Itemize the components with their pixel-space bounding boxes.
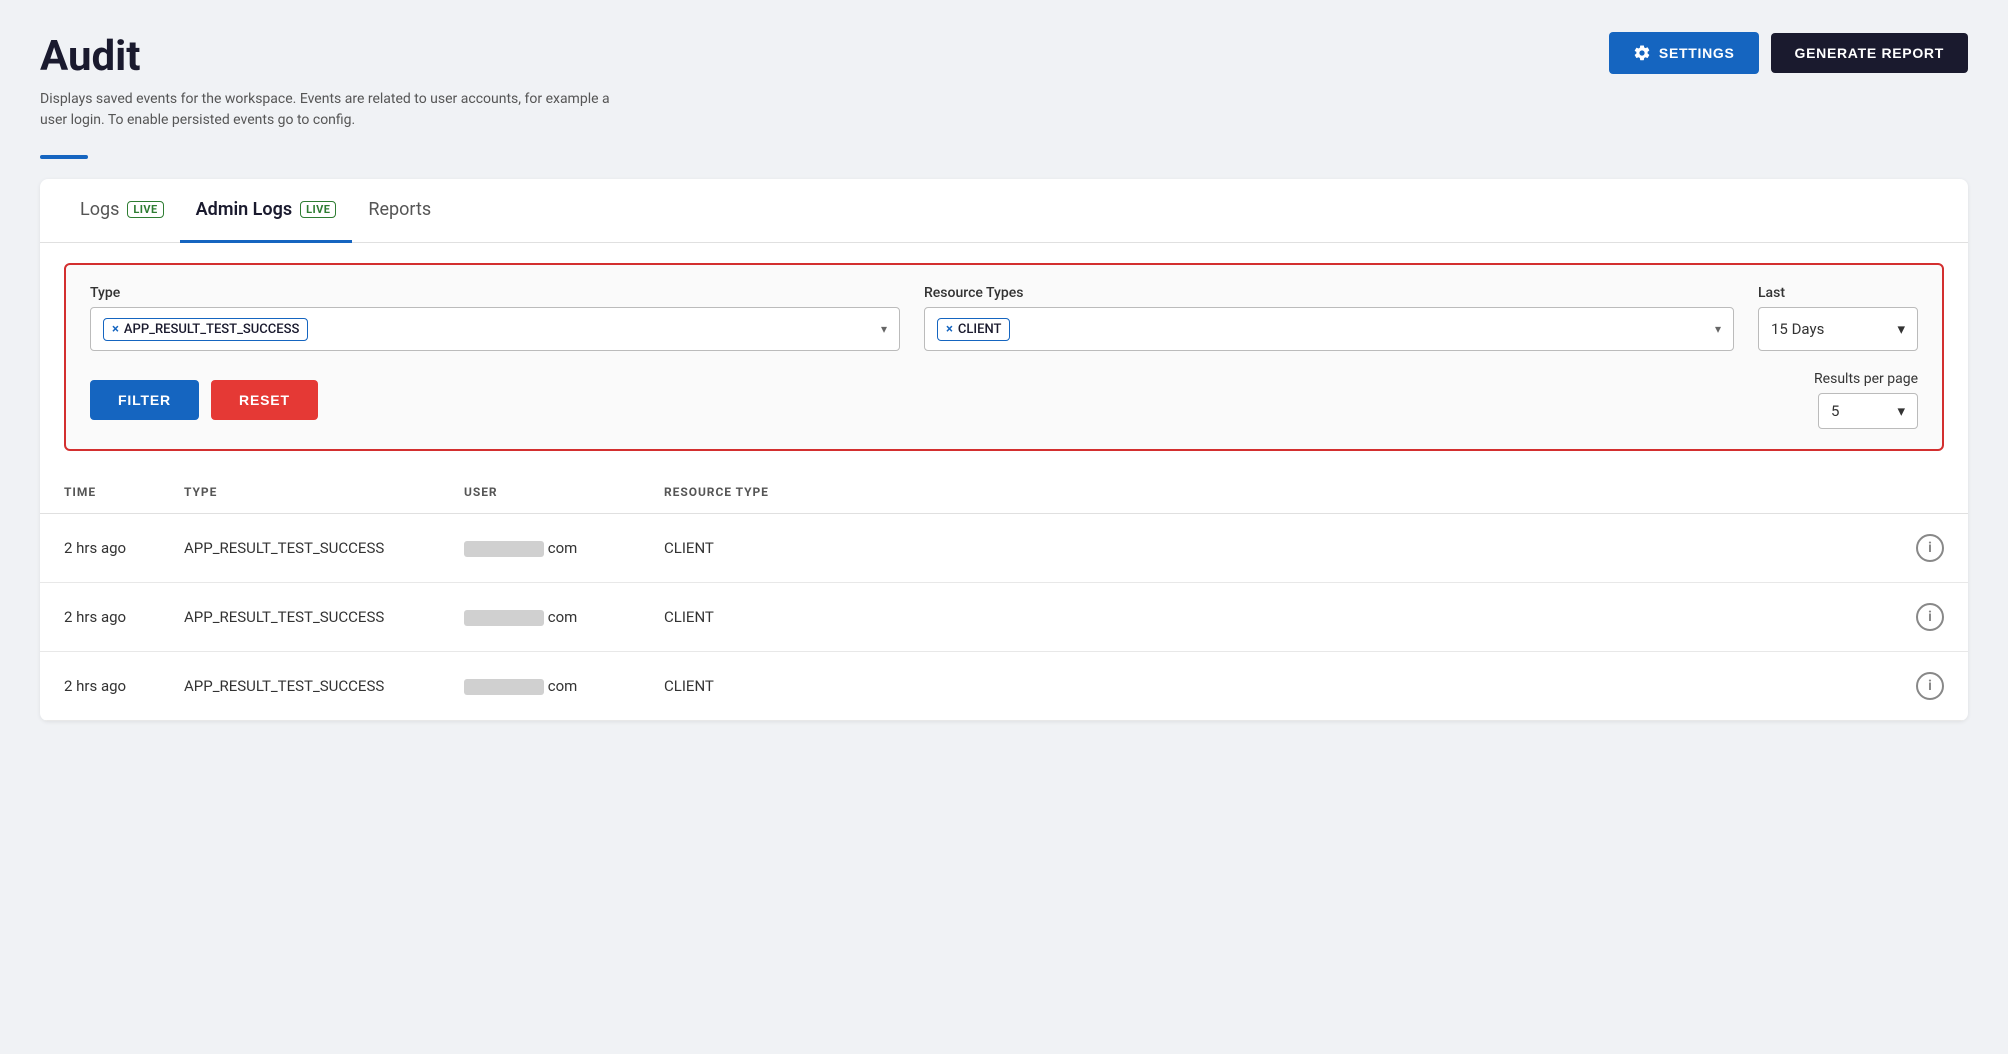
last-chevron-icon: ▾ <box>1897 320 1905 338</box>
filter-button[interactable]: FILTER <box>90 380 199 420</box>
row2-info-icon[interactable]: i <box>1916 603 1944 631</box>
row1-time: 2 hrs ago <box>40 514 160 583</box>
tab-admin-logs[interactable]: Admin Logs LIVE <box>180 179 353 243</box>
type-select[interactable]: × APP_RESULT_TEST_SUCCESS ▾ <box>90 307 900 351</box>
table-header-row: TIME TYPE USER RESOURCE TYPE <box>40 471 1968 514</box>
row1-type: APP_RESULT_TEST_SUCCESS <box>160 514 440 583</box>
tab-admin-logs-label: Admin Logs <box>196 199 292 220</box>
type-field: Type × APP_RESULT_TEST_SUCCESS ▾ <box>90 285 900 351</box>
audit-table: TIME TYPE USER RESOURCE TYPE 2 hrs ago A… <box>40 471 1968 721</box>
last-label: Last <box>1758 285 1918 301</box>
row2-resource-type: CLIENT <box>640 583 1892 652</box>
col-actions <box>1892 471 1968 514</box>
row1-info: i <box>1892 514 1968 583</box>
page-container: Audit Displays saved events for the work… <box>40 32 1968 721</box>
row1-user-blur <box>464 541 544 557</box>
settings-button[interactable]: SETTINGS <box>1609 32 1759 74</box>
row3-user-suffix: com <box>548 677 578 695</box>
last-select[interactable]: 15 Days ▾ <box>1758 307 1918 351</box>
resource-chip-value: CLIENT <box>958 322 1002 337</box>
type-select-inner: × APP_RESULT_TEST_SUCCESS <box>103 318 873 341</box>
row3-info-icon[interactable]: i <box>1916 672 1944 700</box>
last-field: Last 15 Days ▾ <box>1758 285 1918 351</box>
page-title: Audit <box>40 32 640 81</box>
tab-reports[interactable]: Reports <box>352 179 447 243</box>
row3-resource-type: CLIENT <box>640 652 1892 721</box>
row2-type: APP_RESULT_TEST_SUCCESS <box>160 583 440 652</box>
accent-bar <box>40 155 88 159</box>
col-user: USER <box>440 471 640 514</box>
filter-buttons: FILTER RESET <box>90 380 318 420</box>
resource-chip: × CLIENT <box>937 318 1010 341</box>
main-card: Logs LIVE Admin Logs LIVE Reports Type <box>40 179 1968 721</box>
results-chevron-icon: ▾ <box>1897 402 1905 420</box>
col-resource-type: RESOURCE TYPE <box>640 471 1892 514</box>
tab-reports-label: Reports <box>368 199 431 220</box>
resource-label: Resource Types <box>924 285 1734 301</box>
resource-select-inner: × CLIENT <box>937 318 1707 341</box>
settings-label: SETTINGS <box>1659 45 1735 61</box>
row2-user: com <box>440 583 640 652</box>
table-row: 2 hrs ago APP_RESULT_TEST_SUCCESS com CL… <box>40 652 1968 721</box>
resource-chevron-icon: ▾ <box>1715 322 1721 336</box>
header-buttons: SETTINGS GENERATE REPORT <box>1609 32 1968 74</box>
resource-select[interactable]: × CLIENT ▾ <box>924 307 1734 351</box>
tab-logs-label: Logs <box>80 199 119 220</box>
row3-user: com <box>440 652 640 721</box>
resource-field: Resource Types × CLIENT ▾ <box>924 285 1734 351</box>
row2-user-suffix: com <box>548 608 578 626</box>
row1-info-icon[interactable]: i <box>1916 534 1944 562</box>
type-chip-remove[interactable]: × <box>112 322 119 337</box>
table-header: TIME TYPE USER RESOURCE TYPE <box>40 471 1968 514</box>
row3-type: APP_RESULT_TEST_SUCCESS <box>160 652 440 721</box>
row2-info: i <box>1892 583 1968 652</box>
col-time: TIME <box>40 471 160 514</box>
filter-actions-row: FILTER RESET Results per page 5 ▾ <box>90 371 1918 429</box>
type-chip: × APP_RESULT_TEST_SUCCESS <box>103 318 308 341</box>
table-body: 2 hrs ago APP_RESULT_TEST_SUCCESS com CL… <box>40 514 1968 721</box>
row1-user: com <box>440 514 640 583</box>
generate-report-button[interactable]: GENERATE REPORT <box>1771 33 1968 73</box>
last-select-value: 15 Days <box>1771 320 1824 338</box>
page-header: Audit Displays saved events for the work… <box>40 32 1968 131</box>
results-per-page-label: Results per page <box>1814 371 1918 387</box>
title-section: Audit Displays saved events for the work… <box>40 32 640 131</box>
results-select-value: 5 <box>1831 402 1839 420</box>
row3-user-blur <box>464 679 544 695</box>
col-type: TYPE <box>160 471 440 514</box>
row3-info: i <box>1892 652 1968 721</box>
gear-icon <box>1633 44 1651 62</box>
table-row: 2 hrs ago APP_RESULT_TEST_SUCCESS com CL… <box>40 583 1968 652</box>
tab-logs[interactable]: Logs LIVE <box>64 179 180 243</box>
tab-logs-live-badge: LIVE <box>127 201 163 218</box>
results-select[interactable]: 5 ▾ <box>1818 393 1918 429</box>
type-chevron-icon: ▾ <box>881 322 887 336</box>
tab-admin-logs-live-badge: LIVE <box>300 201 336 218</box>
filter-panel: Type × APP_RESULT_TEST_SUCCESS ▾ Resourc <box>64 263 1944 451</box>
row1-resource-type: CLIENT <box>640 514 1892 583</box>
row3-time: 2 hrs ago <box>40 652 160 721</box>
filter-row-top: Type × APP_RESULT_TEST_SUCCESS ▾ Resourc <box>90 285 1918 351</box>
type-chip-value: APP_RESULT_TEST_SUCCESS <box>124 322 299 337</box>
type-label: Type <box>90 285 900 301</box>
resource-chip-remove[interactable]: × <box>946 322 953 337</box>
reset-button[interactable]: RESET <box>211 380 318 420</box>
row2-time: 2 hrs ago <box>40 583 160 652</box>
row2-user-blur <box>464 610 544 626</box>
table-row: 2 hrs ago APP_RESULT_TEST_SUCCESS com CL… <box>40 514 1968 583</box>
row1-user-suffix: com <box>548 539 578 557</box>
tabs-bar: Logs LIVE Admin Logs LIVE Reports <box>40 179 1968 243</box>
results-per-page: Results per page 5 ▾ <box>1814 371 1918 429</box>
page-subtitle: Displays saved events for the workspace.… <box>40 89 640 131</box>
